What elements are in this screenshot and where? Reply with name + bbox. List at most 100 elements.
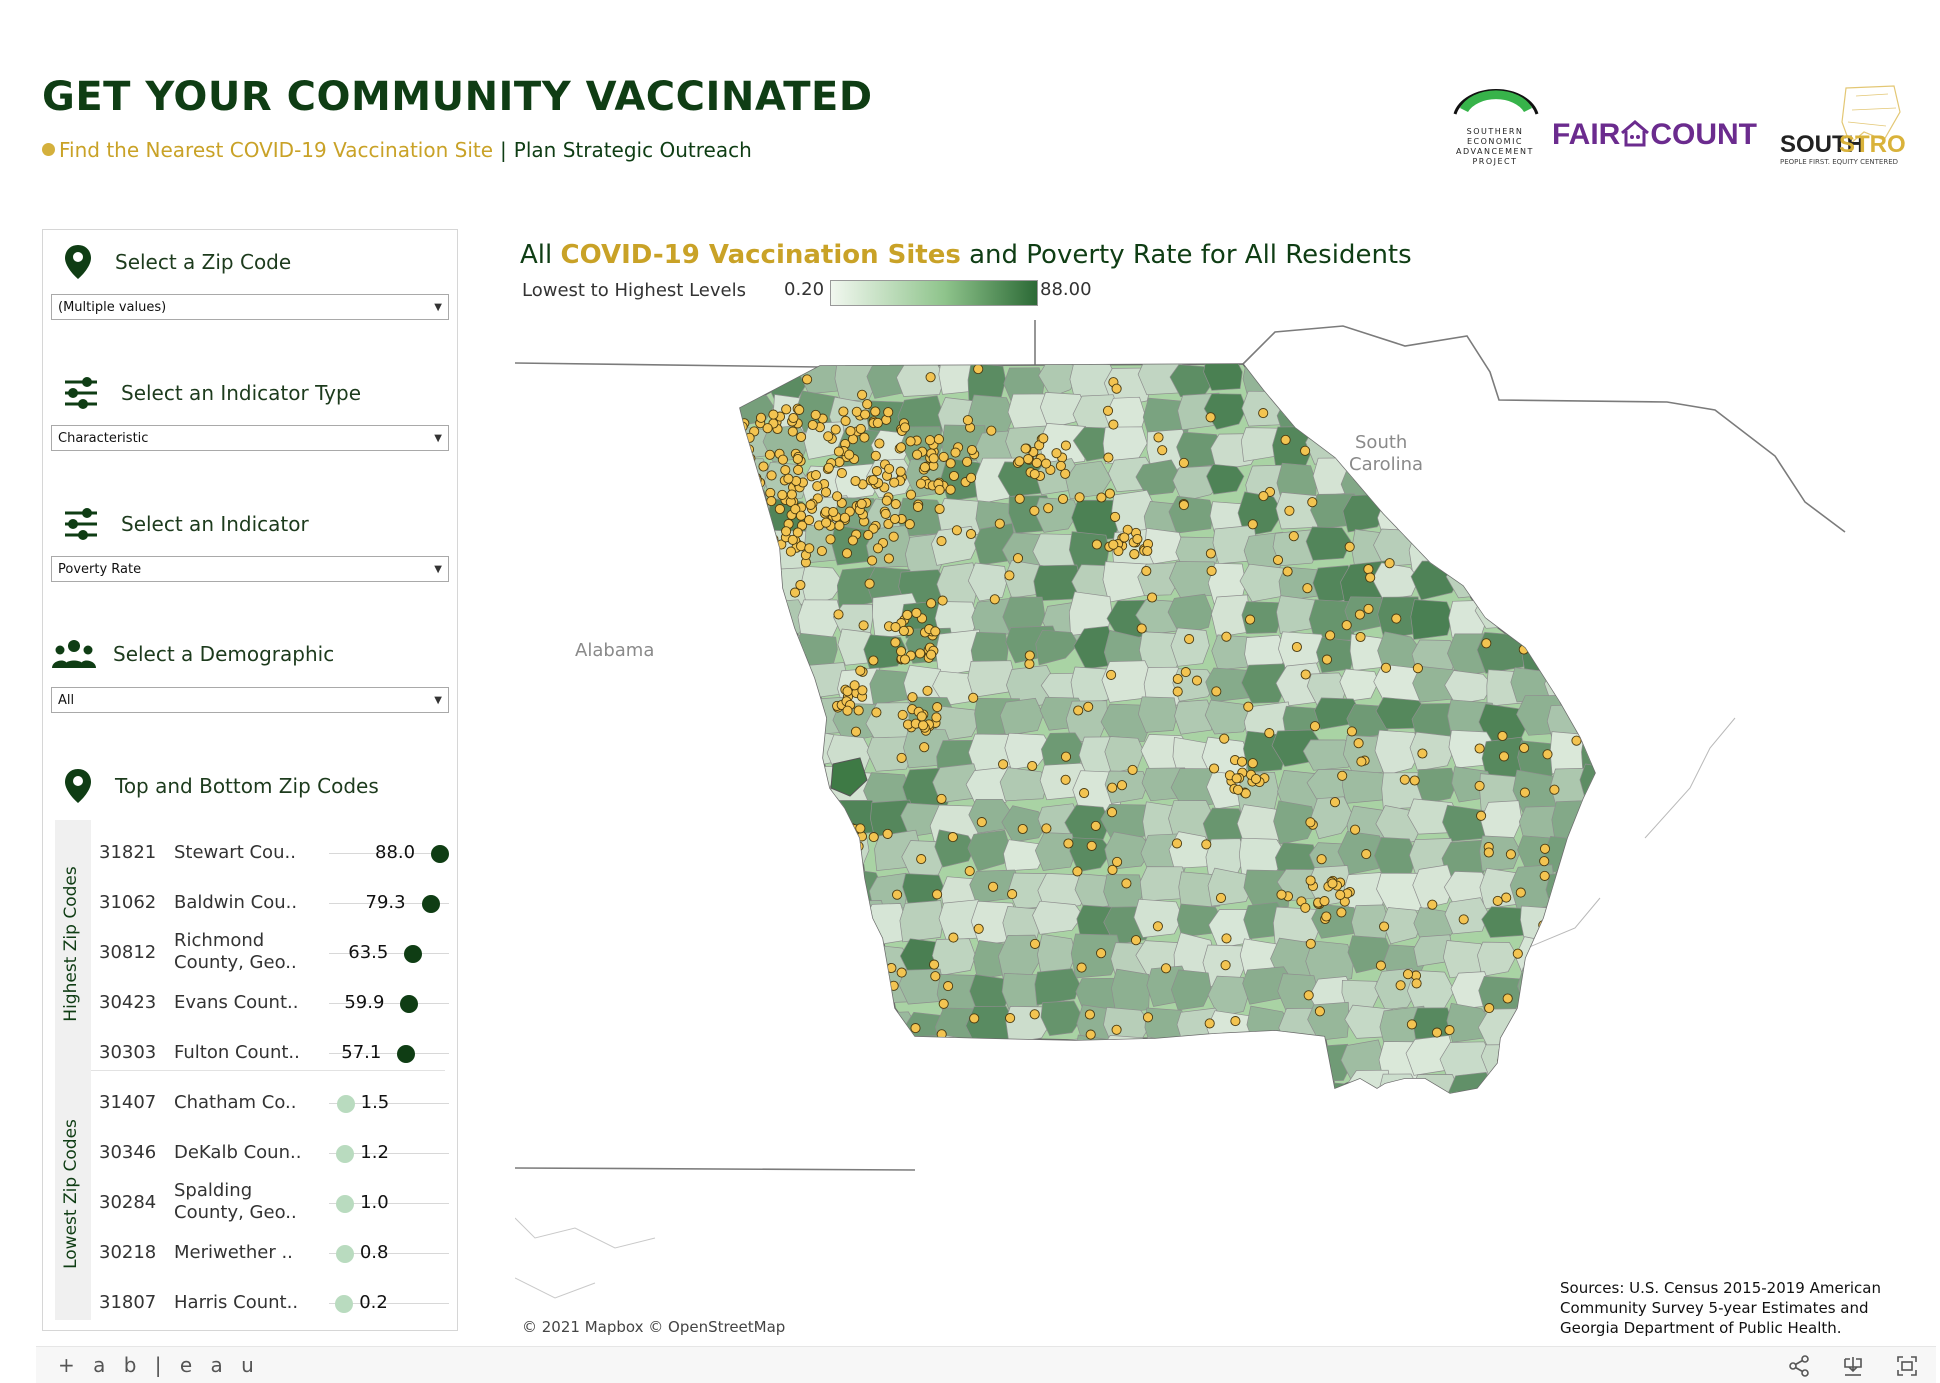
- zip-polygon[interactable]: [1111, 968, 1150, 1014]
- vaccination-site-marker[interactable]: [1017, 823, 1028, 835]
- vaccination-site-marker[interactable]: [1206, 565, 1217, 576]
- vaccination-site-marker[interactable]: [1057, 493, 1069, 505]
- vaccination-site-marker[interactable]: [1023, 454, 1034, 465]
- vaccination-site-marker[interactable]: [1205, 548, 1216, 559]
- vaccination-site-marker[interactable]: [1444, 1025, 1455, 1036]
- vaccination-site-marker[interactable]: [1354, 609, 1365, 620]
- vaccination-site-marker[interactable]: [962, 456, 973, 467]
- vaccination-site-marker[interactable]: [833, 446, 844, 457]
- zip-code-select[interactable]: (Multiple values) ▼: [51, 294, 449, 320]
- vaccination-site-marker[interactable]: [1096, 948, 1107, 959]
- vaccination-site-marker[interactable]: [1329, 797, 1341, 808]
- vaccination-site-marker[interactable]: [1539, 870, 1550, 881]
- vaccination-site-marker[interactable]: [795, 510, 807, 521]
- vaccination-site-marker[interactable]: [1102, 405, 1114, 416]
- vaccination-site-marker[interactable]: [948, 470, 960, 482]
- vaccination-site-marker[interactable]: [1409, 775, 1420, 786]
- vaccination-site-marker[interactable]: [1172, 673, 1183, 685]
- vaccination-site-marker[interactable]: [768, 409, 779, 420]
- vaccination-site-marker[interactable]: [847, 535, 858, 546]
- vaccination-site-marker[interactable]: [926, 649, 937, 660]
- vaccination-site-marker[interactable]: [850, 726, 862, 737]
- vaccination-site-marker[interactable]: [905, 436, 916, 447]
- download-icon[interactable]: [1842, 1355, 1864, 1377]
- zip-polygon[interactable]: [1168, 831, 1212, 869]
- vaccination-site-marker[interactable]: [807, 419, 818, 431]
- vaccination-site-marker[interactable]: [1108, 539, 1119, 550]
- vaccination-site-marker[interactable]: [1119, 532, 1130, 543]
- vaccination-site-marker[interactable]: [947, 832, 958, 843]
- vaccination-site-marker[interactable]: [1171, 838, 1183, 849]
- lowest-zip-row[interactable]: 30218 Meriwether .. 0.8: [99, 1228, 449, 1278]
- vaccination-site-marker[interactable]: [898, 625, 909, 636]
- vaccination-site-marker[interactable]: [904, 519, 915, 530]
- vaccination-site-marker[interactable]: [994, 518, 1005, 529]
- vaccination-site-marker[interactable]: [1178, 457, 1189, 468]
- vaccination-site-marker[interactable]: [1005, 1013, 1016, 1024]
- vaccination-site-marker[interactable]: [862, 399, 873, 410]
- vaccination-site-marker[interactable]: [1300, 445, 1311, 456]
- vaccination-site-marker[interactable]: [857, 685, 868, 696]
- vaccination-site-marker[interactable]: [781, 404, 792, 415]
- vaccination-site-marker[interactable]: [1492, 895, 1503, 906]
- vaccination-site-marker[interactable]: [1007, 889, 1018, 900]
- vaccination-site-marker[interactable]: [1191, 675, 1203, 686]
- vaccination-site-marker[interactable]: [1086, 840, 1097, 851]
- vaccination-site-marker[interactable]: [930, 971, 941, 982]
- zip-polygon[interactable]: [1410, 599, 1454, 640]
- vaccination-site-marker[interactable]: [762, 423, 773, 434]
- vaccination-site-marker[interactable]: [1024, 650, 1035, 661]
- vaccination-site-marker[interactable]: [1247, 519, 1258, 530]
- vaccination-site-marker[interactable]: [965, 528, 977, 540]
- vaccination-site-marker[interactable]: [1152, 921, 1163, 932]
- vaccination-site-marker[interactable]: [860, 409, 871, 420]
- vaccination-site-marker[interactable]: [872, 543, 884, 554]
- vaccination-site-marker[interactable]: [1043, 503, 1054, 514]
- vaccination-site-marker[interactable]: [1157, 445, 1168, 456]
- vaccination-site-marker[interactable]: [1272, 554, 1284, 566]
- vaccination-site-marker[interactable]: [1384, 558, 1395, 569]
- vaccination-site-marker[interactable]: [821, 517, 832, 528]
- vaccination-site-marker[interactable]: [1029, 1009, 1040, 1020]
- vaccination-site-marker[interactable]: [1307, 497, 1318, 508]
- vaccination-site-marker[interactable]: [912, 501, 924, 512]
- vaccination-site-marker[interactable]: [1335, 889, 1346, 900]
- vaccination-site-marker[interactable]: [890, 499, 901, 510]
- vaccination-site-marker[interactable]: [1029, 469, 1040, 480]
- vaccination-site-marker[interactable]: [1029, 505, 1040, 516]
- vaccination-site-marker[interactable]: [1106, 669, 1117, 680]
- lowest-zip-row[interactable]: 30284 Spalding County, Geo.. 1.0: [99, 1178, 449, 1228]
- find-site-link[interactable]: Find the Nearest COVID-19 Vaccination Si…: [59, 138, 493, 162]
- vaccination-site-marker[interactable]: [915, 478, 927, 489]
- vaccination-site-marker[interactable]: [1014, 456, 1025, 467]
- vaccination-site-marker[interactable]: [929, 959, 940, 970]
- vaccination-site-marker[interactable]: [844, 449, 855, 460]
- zip-polygon[interactable]: [999, 697, 1044, 737]
- vaccination-site-marker[interactable]: [1027, 760, 1038, 772]
- vaccination-site-marker[interactable]: [832, 491, 843, 502]
- vaccination-site-marker[interactable]: [912, 449, 923, 460]
- vaccination-site-marker[interactable]: [1230, 1016, 1241, 1027]
- vaccination-site-marker[interactable]: [964, 866, 975, 877]
- highest-zip-row[interactable]: 30812 Richmond County, Geo.. 63.5: [99, 928, 449, 978]
- map-attribution[interactable]: © 2021 Mapbox © OpenStreetMap: [522, 1318, 785, 1336]
- vaccination-site-marker[interactable]: [1361, 849, 1372, 860]
- vaccination-site-marker[interactable]: [937, 595, 948, 606]
- vaccination-site-marker[interactable]: [1276, 889, 1287, 900]
- vaccination-site-marker[interactable]: [1305, 875, 1316, 886]
- vaccination-site-marker[interactable]: [1380, 662, 1392, 673]
- vaccination-site-marker[interactable]: [1236, 756, 1248, 767]
- vaccination-site-marker[interactable]: [1090, 820, 1101, 831]
- vaccination-site-marker[interactable]: [789, 587, 801, 598]
- vaccination-site-marker[interactable]: [1375, 960, 1386, 971]
- vaccination-site-marker[interactable]: [764, 449, 775, 460]
- vaccination-site-marker[interactable]: [780, 465, 791, 476]
- vaccination-site-marker[interactable]: [839, 512, 850, 523]
- vaccination-site-marker[interactable]: [1476, 810, 1487, 821]
- vaccination-site-marker[interactable]: [851, 406, 862, 417]
- choropleth-map[interactable]: Alabama South Carolina: [515, 318, 1935, 1338]
- vaccination-site-marker[interactable]: [1160, 963, 1172, 974]
- vaccination-site-marker[interactable]: [1417, 748, 1428, 759]
- vaccination-site-marker[interactable]: [902, 609, 913, 620]
- vaccination-site-marker[interactable]: [1305, 817, 1316, 828]
